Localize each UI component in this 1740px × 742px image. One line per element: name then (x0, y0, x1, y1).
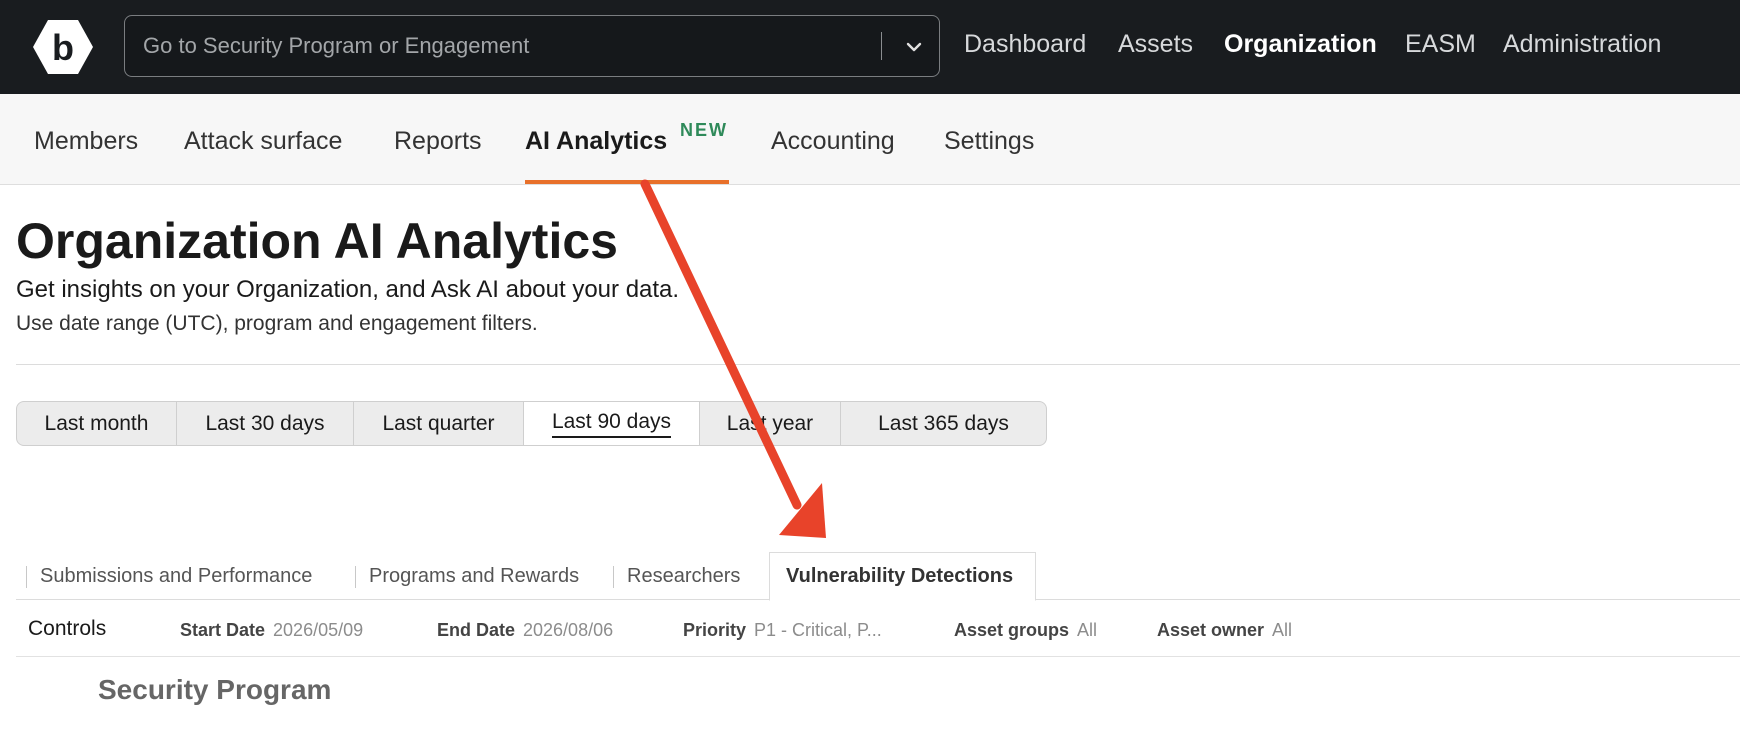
divider (16, 364, 1740, 365)
subnav-reports[interactable]: Reports (394, 127, 482, 156)
range-last-month[interactable]: Last month (17, 402, 177, 445)
subnav-ai-analytics[interactable]: AI Analytics (525, 127, 667, 156)
program-search-input[interactable] (143, 16, 883, 76)
range-last-90-days[interactable]: Last 90 days (524, 402, 700, 445)
chevron-down-icon[interactable] (899, 32, 929, 62)
organization-subnav: Members Attack surface Reports AI Analyt… (0, 94, 1740, 185)
range-last-year[interactable]: Last year (700, 402, 841, 445)
filter-value: 2026/05/09 (273, 620, 364, 640)
filter-end-date[interactable]: End Date 2026/08/06 (437, 620, 613, 641)
subnav-accounting[interactable]: Accounting (771, 127, 895, 156)
range-last-quarter[interactable]: Last quarter (354, 402, 524, 445)
controls-label: Controls (28, 617, 107, 640)
tab-researchers[interactable]: Researchers (612, 552, 740, 600)
active-tab-underline (525, 180, 729, 184)
subnav-settings[interactable]: Settings (944, 127, 1034, 156)
date-range-selector: Last month Last 30 days Last quarter Las… (16, 401, 1047, 446)
analytics-tabs: Submissions and Performance Programs and… (16, 552, 1740, 601)
tab-submissions-and-performance[interactable]: Submissions and Performance (25, 552, 312, 600)
new-badge: NEW (680, 120, 728, 140)
page-title: Organization AI Analytics (16, 213, 618, 269)
range-last-30-days[interactable]: Last 30 days (177, 402, 354, 445)
tab-vulnerability-detections[interactable]: Vulnerability Detections (769, 552, 1037, 601)
nav-dashboard[interactable]: Dashboard (964, 30, 1086, 59)
filter-asset-groups[interactable]: Asset groups All (954, 620, 1097, 641)
filter-key: Priority (683, 620, 747, 640)
subnav-members[interactable]: Members (34, 127, 138, 156)
filter-value: P1 - Critical, P... (754, 620, 882, 640)
top-navigation-bar: b Dashboard Assets Organization EASM Adm… (0, 0, 1740, 94)
filter-key: Start Date (180, 620, 266, 640)
filter-asset-owner[interactable]: Asset owner All (1157, 620, 1292, 641)
filter-value: All (1077, 620, 1098, 640)
tab-programs-and-rewards[interactable]: Programs and Rewards (354, 552, 579, 600)
page-subtitle: Get insights on your Organization, and A… (16, 276, 680, 303)
section-title: Security Program (98, 674, 332, 705)
svg-text:b: b (52, 27, 74, 68)
nav-administration[interactable]: Administration (1503, 30, 1661, 59)
filter-hint: Use date range (UTC), program and engage… (16, 312, 538, 335)
filter-start-date[interactable]: Start Date 2026/05/09 (180, 620, 363, 641)
filter-key: Asset owner (1157, 620, 1265, 640)
nav-easm[interactable]: EASM (1405, 30, 1476, 59)
filter-key: End Date (437, 620, 516, 640)
filter-key: Asset groups (954, 620, 1070, 640)
filter-priority[interactable]: Priority P1 - Critical, P... (683, 620, 882, 641)
program-search-box[interactable] (124, 15, 940, 77)
search-divider (881, 32, 882, 60)
nav-organization[interactable]: Organization (1224, 30, 1377, 59)
filter-value: 2026/08/06 (523, 620, 614, 640)
controls-bar: Controls Start Date 2026/05/09 End Date 20… (16, 601, 1740, 657)
range-last-365-days[interactable]: Last 365 days (841, 402, 1046, 445)
bugcrowd-logo-icon[interactable]: b (32, 18, 94, 76)
filter-value: All (1272, 620, 1293, 640)
subnav-attack-surface[interactable]: Attack surface (184, 127, 342, 156)
nav-assets[interactable]: Assets (1118, 30, 1193, 59)
